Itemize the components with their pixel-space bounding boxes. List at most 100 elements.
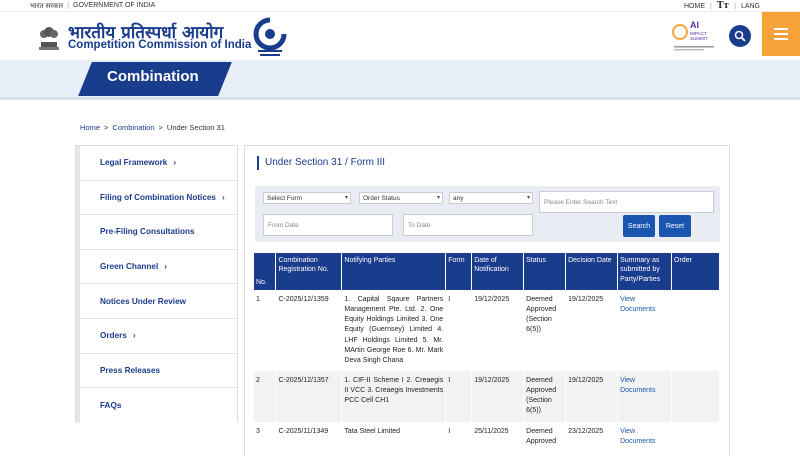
cell-form: I xyxy=(445,290,473,371)
text-size-control[interactable]: Tт xyxy=(717,1,729,11)
chevron-right-icon: › xyxy=(132,331,136,341)
view-documents-link[interactable]: View Documents xyxy=(617,421,673,452)
breadcrumb-separator: > xyxy=(158,123,163,132)
menu-icon-bar xyxy=(774,33,788,35)
cell-status: Deemed Approved xyxy=(523,421,567,452)
breadcrumb-combination[interactable]: Combination xyxy=(112,123,154,132)
sidebar-item-pre-filing[interactable]: Pre-Filing Consultations xyxy=(76,215,237,250)
header-summary: Summary as submitted by Party/Parties xyxy=(617,253,673,290)
cell-registration: C-2025/11/1349 xyxy=(275,421,343,452)
chevron-right-icon: › xyxy=(173,158,177,168)
chevron-down-icon: ▾ xyxy=(436,195,440,201)
sidebar-item-orders[interactable]: Orders › xyxy=(76,318,237,354)
sidebar-item-notices-review[interactable]: Notices Under Review xyxy=(76,284,237,319)
sidebar-item-green-channel[interactable]: Green Channel › xyxy=(76,249,237,285)
cell-decision-date: 19/12/2025 xyxy=(565,370,619,422)
header-order: Order xyxy=(671,253,720,290)
breadcrumb: Home > Combination > Under Section 31 xyxy=(80,123,225,132)
menu-icon-bar xyxy=(774,28,788,30)
cell-parties: 1. Capital Sqaure Partners Management Pt… xyxy=(341,290,447,371)
from-date-input[interactable]: From Date xyxy=(263,214,393,236)
cell-date: 19/12/2025 xyxy=(471,290,525,371)
sidebar-item-filing-notices[interactable]: Filing of Combination Notices › xyxy=(76,180,237,216)
ai-summit-badge-icon[interactable]: AI IMPACT SUMMIT xyxy=(672,18,718,54)
ai-badge-line-1: AI xyxy=(690,20,699,30)
cell-registration: C-2025/12/1359 xyxy=(275,290,343,371)
cell-order xyxy=(671,370,720,422)
sidebar-item-label: Press Releases xyxy=(100,365,161,375)
any-value: any xyxy=(453,195,464,202)
sidebar-item-label: Green Channel xyxy=(100,262,159,272)
cell-parties: 1. CIF-II Scheme I 2. Creaegis II VCC 3.… xyxy=(341,370,447,422)
site-header: भारतीय प्रतिस्पर्धा आयोग Competition Com… xyxy=(0,12,800,60)
order-status-value: Order Status xyxy=(363,195,400,202)
select-form-value: Select Form xyxy=(267,195,303,202)
cell-no: 3 xyxy=(254,421,277,452)
top-strip: भारत सरकार | GOVERNMENT OF INDIA HOME | … xyxy=(0,0,800,12)
menu-icon-bar xyxy=(774,38,788,40)
view-documents-link[interactable]: View Documents xyxy=(617,290,673,371)
home-link[interactable]: HOME xyxy=(684,3,705,10)
cell-status: Deemed Approved (Section 6(5)) xyxy=(523,370,567,422)
ai-badge-line-3: SUMMIT xyxy=(690,36,708,41)
sidebar-item-label: Pre-Filing Consultations xyxy=(100,227,195,237)
sidebar-item-label: Filing of Combination Notices xyxy=(100,192,216,202)
view-documents-link[interactable]: View Documents xyxy=(617,370,673,422)
chevron-down-icon: ▾ xyxy=(526,195,530,201)
banner-bottom-bar xyxy=(0,97,800,100)
separator: | xyxy=(67,2,70,9)
cell-no: 1 xyxy=(254,290,277,371)
sidebar-item-label: Notices Under Review xyxy=(100,296,186,306)
table-row: 1 C-2025/12/1359 1. Capital Sqaure Partn… xyxy=(254,290,720,371)
sidebar: Legal Framework › Filing of Combination … xyxy=(75,145,238,423)
header-registration: Combination Registration No. xyxy=(275,253,343,290)
chevron-down-icon: ▾ xyxy=(344,195,348,201)
section-title: Under Section 31 / Form III xyxy=(257,156,385,170)
sidebar-item-faqs[interactable]: FAQs xyxy=(76,388,237,423)
sidebar-item-legal-framework[interactable]: Legal Framework › xyxy=(76,146,237,181)
to-date-input[interactable]: To Date xyxy=(403,214,533,236)
sidebar-item-press-releases[interactable]: Press Releases xyxy=(76,353,237,389)
select-form-dropdown[interactable]: Select Form ▾ xyxy=(263,192,351,204)
page-banner: Combination xyxy=(0,60,800,100)
cell-order xyxy=(671,421,720,452)
cell-parties: Tata Steel Limited xyxy=(341,421,447,452)
search-submit-button[interactable]: Search xyxy=(623,215,655,237)
any-dropdown[interactable]: any ▾ xyxy=(449,192,533,204)
cell-decision-date: 19/12/2025 xyxy=(565,290,619,371)
table-row: 2 C-2025/12/1357 1. CIF-II Scheme I 2. C… xyxy=(254,370,720,422)
site-title-english[interactable]: Competition Commission of India xyxy=(68,39,251,51)
breadcrumb-separator: > xyxy=(104,123,109,132)
search-text-input[interactable]: Please Enter Search Text xyxy=(539,191,714,213)
gov-label-group: भारत सरकार | GOVERNMENT OF INDIA xyxy=(30,2,155,11)
gov-label: GOVERNMENT OF INDIA xyxy=(73,2,156,9)
cell-no: 2 xyxy=(254,370,277,422)
header-date-of-notification: Date of Notification xyxy=(471,253,525,290)
header-no: No. xyxy=(254,253,277,290)
language-link[interactable]: LANG xyxy=(741,3,760,10)
sidebar-item-label: FAQs xyxy=(100,400,122,410)
reset-button[interactable]: Reset xyxy=(659,215,691,237)
page-title: Combination xyxy=(107,68,199,85)
chevron-right-icon: › xyxy=(221,192,225,202)
national-emblem-icon xyxy=(39,27,59,50)
cell-form: I xyxy=(445,421,473,452)
cell-date: 25/11/2025 xyxy=(471,421,525,452)
cell-registration: C-2025/12/1357 xyxy=(275,370,343,422)
cci-logo-icon[interactable] xyxy=(250,16,290,58)
order-status-dropdown[interactable]: Order Status ▾ xyxy=(359,192,443,204)
header-form: Form xyxy=(445,253,473,290)
utility-links: HOME | Tт | LANG xyxy=(684,1,760,11)
breadcrumb-current: Under Section 31 xyxy=(166,123,225,132)
menu-button[interactable] xyxy=(762,12,800,56)
breadcrumb-home[interactable]: Home xyxy=(80,123,100,132)
search-button[interactable] xyxy=(729,25,751,47)
combinations-table: No. Combination Registration No. Notifyi… xyxy=(254,253,720,452)
separator: | xyxy=(710,2,712,10)
cell-date: 19/12/2025 xyxy=(471,370,525,422)
table-header-row: No. Combination Registration No. Notifyi… xyxy=(254,253,720,290)
hindi-gov-label: भारत सरकार xyxy=(30,3,64,10)
sidebar-item-label: Orders xyxy=(100,331,127,341)
chevron-right-icon: › xyxy=(164,262,167,272)
cell-form: I xyxy=(445,370,473,422)
